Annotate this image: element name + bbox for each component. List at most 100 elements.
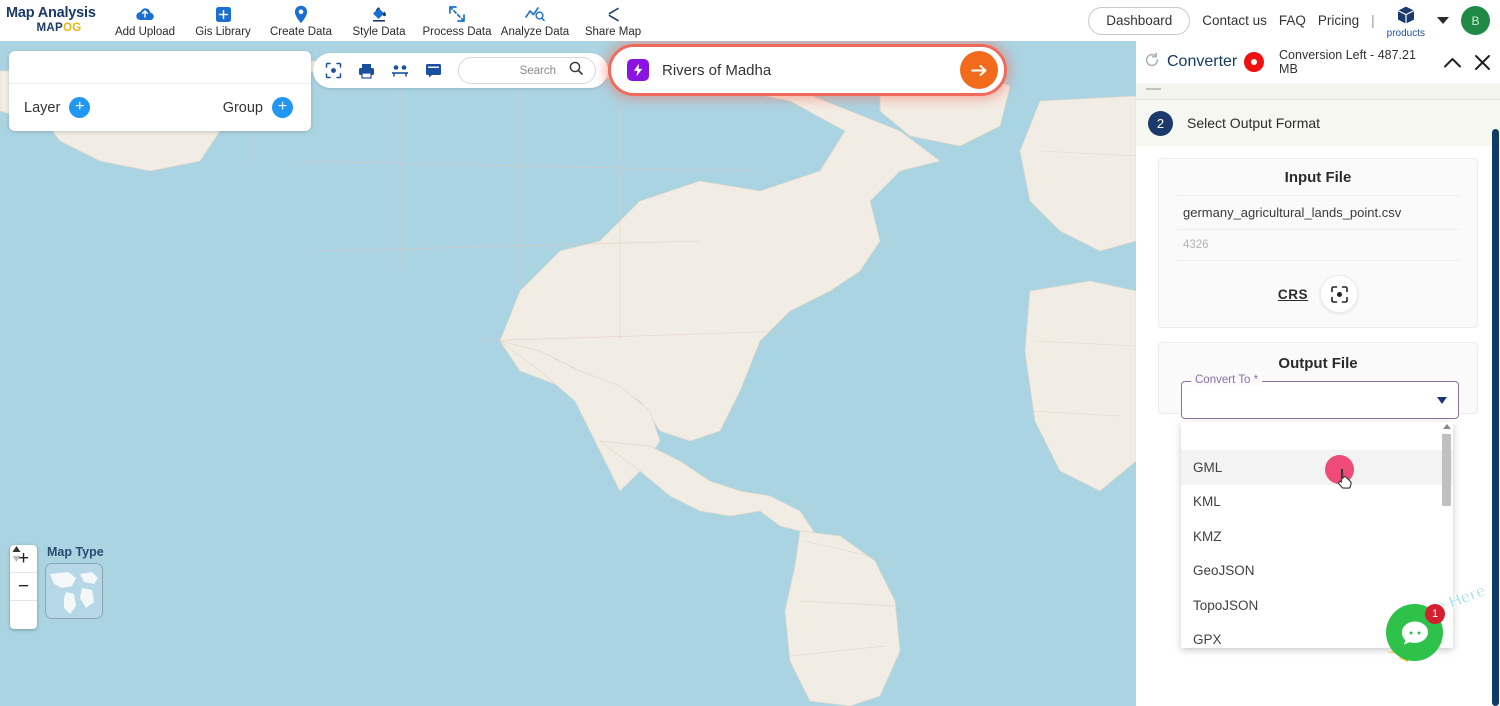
converter-title: Converter — [1167, 53, 1237, 71]
nav-item-create-data[interactable]: Create Data — [262, 2, 340, 39]
layer-panel-header — [9, 51, 311, 84]
app-root: Map Analysis MAPOG Add Upload Gis Librar… — [0, 0, 1500, 706]
layer-label: Layer — [24, 100, 60, 116]
header-right: Dashboard Contact us FAQ Pricing | produ… — [1088, 3, 1500, 39]
chat-unread-badge: 1 — [1425, 604, 1445, 624]
brand-logo-accent: OG — [63, 22, 82, 34]
nav-item-analyze-data[interactable]: Analyze Data — [496, 2, 574, 39]
nav-item-process-data[interactable]: Process Data — [418, 2, 496, 39]
convert-to-field: Convert To * — [1181, 381, 1459, 419]
layer-panel-actions: Layer + Group + — [9, 84, 311, 131]
dashboard-button[interactable]: Dashboard — [1088, 7, 1190, 35]
pricing-link[interactable]: Pricing — [1318, 13, 1359, 28]
layer-flash-icon — [627, 59, 649, 81]
zoom-out-button[interactable]: − — [10, 573, 37, 601]
nav-label: Create Data — [262, 26, 340, 39]
input-crs-value: 4326 — [1177, 230, 1459, 261]
step-number-badge: 2 — [1148, 111, 1173, 136]
nav-item-share-map[interactable]: Share Map — [574, 2, 652, 39]
dropdown-scroll-up-arrow[interactable] — [1443, 424, 1451, 429]
nav-label: Style Data — [340, 26, 418, 39]
crosshair-icon[interactable] — [1320, 275, 1358, 313]
add-layer-button[interactable]: + — [69, 97, 90, 118]
add-layer-control[interactable]: Layer + — [24, 97, 90, 118]
nav-label: Analyze Data — [496, 26, 574, 39]
active-layer-title-bar[interactable]: Rivers of Madha — [611, 47, 1004, 93]
nav-item-add-upload[interactable]: Add Upload — [106, 2, 184, 39]
input-file-name: germany_agricultural_lands_point.csv — [1177, 195, 1459, 230]
nav-label: Add Upload — [106, 26, 184, 39]
print-icon[interactable] — [358, 63, 375, 79]
crs-action-row: CRS — [1159, 275, 1477, 313]
fullscreen-icon[interactable] — [325, 62, 342, 79]
map-toolbar: Search — [313, 53, 608, 88]
brand-title: Map Analysis — [6, 6, 100, 21]
nav-label: Gis Library — [184, 26, 262, 39]
chevron-up-icon[interactable] — [1443, 56, 1462, 69]
avatar[interactable]: B — [1461, 6, 1490, 35]
share-icon — [574, 4, 652, 24]
top-header: Map Analysis MAPOG Add Upload Gis Librar… — [0, 0, 1500, 41]
chevron-down-icon[interactable] — [1437, 17, 1449, 24]
step-label: Select Output Format — [1187, 115, 1320, 131]
dropdown-scrollbar-thumb[interactable] — [1442, 434, 1451, 506]
record-icon[interactable] — [1244, 52, 1264, 72]
products-menu[interactable]: products — [1387, 3, 1425, 39]
comment-icon[interactable] — [425, 63, 442, 78]
step-2-header: 2 Select Output Format — [1136, 100, 1500, 146]
faq-link[interactable]: FAQ — [1279, 13, 1306, 28]
paint-bucket-icon — [340, 4, 418, 24]
layer-panel: Layer + Group + — [9, 51, 311, 131]
cursor-pointer-icon — [1337, 468, 1354, 494]
dropdown-option-kmz[interactable]: KMZ — [1181, 519, 1453, 554]
brand-logo[interactable]: Map Analysis MAPOG — [0, 6, 100, 35]
refresh-icon[interactable] — [1144, 52, 1160, 73]
nav-item-gis-library[interactable]: Gis Library — [184, 2, 262, 39]
map-pin-icon — [262, 4, 340, 24]
header-separator: | — [1371, 13, 1375, 28]
close-icon[interactable] — [1474, 54, 1491, 71]
brand-logo-main: MAP — [37, 22, 63, 34]
map-zoom-controls: + − — [10, 545, 37, 629]
chevron-down-icon[interactable] — [1437, 397, 1447, 404]
search-placeholder: Search — [520, 65, 556, 77]
cloud-upload-icon — [106, 4, 184, 24]
map-type-thumbnail[interactable] — [45, 563, 103, 619]
products-label: products — [1387, 28, 1425, 39]
compass-icon[interactable] — [10, 601, 37, 629]
main-nav: Add Upload Gis Library Create Data Style… — [106, 2, 652, 39]
nav-label: Share Map — [574, 26, 652, 39]
contact-us-link[interactable]: Contact us — [1202, 13, 1267, 28]
measure-icon[interactable] — [391, 64, 409, 78]
convert-to-select[interactable]: Convert To * — [1181, 381, 1459, 419]
output-file-title: Output File — [1159, 355, 1477, 372]
process-icon — [418, 4, 496, 24]
map-canvas[interactable]: Layer + Group + + − Map Type — [0, 41, 1136, 706]
dropdown-option-geojson[interactable]: GeoJSON — [1181, 554, 1453, 589]
dropdown-option-gml[interactable]: GML — [1181, 450, 1453, 485]
search-input[interactable]: Search — [458, 57, 596, 84]
mini-world-icon — [46, 564, 103, 619]
panel-scrollbar[interactable] — [1492, 129, 1499, 706]
record-inner-dot — [1251, 59, 1257, 65]
map-type-label: Map Type — [45, 545, 104, 559]
add-group-button[interactable]: + — [272, 97, 293, 118]
converter-header-actions — [1443, 54, 1491, 71]
library-icon — [184, 4, 262, 24]
converter-header: Converter Conversion Left - 487.21 MB — [1136, 41, 1500, 83]
chat-widget: 1 — [1386, 604, 1443, 661]
crs-link[interactable]: CRS — [1278, 287, 1308, 302]
map-type-control: Map Type — [45, 545, 104, 619]
convert-to-label: Convert To * — [1191, 374, 1262, 386]
nav-item-style-data[interactable]: Style Data — [340, 2, 418, 39]
group-label: Group — [223, 100, 263, 116]
dropdown-option-kml[interactable]: KML — [1181, 485, 1453, 520]
active-layer-title: Rivers of Madha — [662, 62, 771, 79]
conversion-left-text: Conversion Left - 487.21 MB — [1279, 48, 1436, 76]
brand-logo-text: MAPOG — [6, 21, 100, 35]
add-group-control[interactable]: Group + — [223, 97, 293, 118]
world-map-graphic — [0, 41, 1136, 706]
search-icon[interactable] — [569, 61, 583, 80]
analyze-icon — [496, 4, 574, 24]
arrow-right-icon[interactable] — [960, 51, 998, 89]
